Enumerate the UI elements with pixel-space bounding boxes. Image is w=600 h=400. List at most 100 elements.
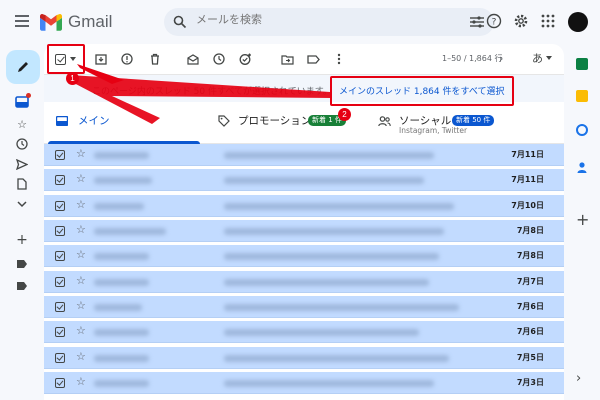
snooze-clock-icon[interactable] [212,52,226,66]
subject-blurred [224,177,424,184]
search-bar[interactable] [164,8,494,36]
annotation-marker-1: 1 [66,72,79,85]
row-checkbox[interactable] [55,353,65,363]
input-tools-button[interactable]: あ [532,50,552,66]
snoozed-clock-icon[interactable] [15,137,29,151]
row-checkbox[interactable] [55,150,65,160]
row-date: 7月6日 [516,302,544,311]
svg-text:?: ? [492,18,497,28]
more-options-icon[interactable] [332,52,346,66]
starred-icon[interactable]: ☆ [15,117,29,131]
star-icon[interactable]: ☆ [76,223,86,236]
row-checkbox[interactable] [55,175,65,185]
label-tag-icon[interactable] [15,257,29,271]
sender-blurred [94,380,149,387]
row-checkbox[interactable] [55,277,65,287]
mark-as-read-icon[interactable] [186,52,200,66]
account-avatar[interactable] [568,12,588,32]
gmail-logo[interactable]: Gmail [40,12,112,32]
move-to-folder-icon[interactable] [280,52,294,66]
help-icon[interactable]: ? [485,12,503,30]
tasks-icon[interactable] [576,124,588,136]
table-row[interactable]: ☆ 7月11日 [44,144,564,166]
star-icon[interactable]: ☆ [76,274,86,287]
report-spam-icon[interactable] [120,52,134,66]
get-addons-plus-icon[interactable]: + [576,212,589,228]
subject-blurred [224,253,439,260]
annotation-highlight-select-all [47,44,85,74]
star-icon[interactable]: ☆ [76,172,86,185]
sender-blurred [94,355,149,362]
row-date: 7月7日 [516,277,544,286]
star-icon[interactable]: ☆ [76,198,86,211]
star-icon[interactable]: ☆ [76,248,86,261]
search-input[interactable] [196,13,416,26]
table-row[interactable]: ☆ 7月11日 [44,169,564,191]
main-menu-icon[interactable] [13,13,31,31]
sender-blurred [94,304,142,311]
star-icon[interactable]: ☆ [76,324,86,337]
selection-status-text: このページ内のスレッド 50 件すべてが選択されています。 [92,87,332,97]
subject-blurred [224,380,434,387]
subject-blurred [224,355,449,362]
search-options-icon[interactable] [470,16,484,28]
label-icon[interactable] [306,52,320,66]
search-icon[interactable] [173,15,187,29]
star-icon[interactable]: ☆ [76,375,86,388]
delete-trash-icon[interactable] [148,52,162,66]
social-new-badge: 新着 50 件 [452,115,495,126]
social-senders-snippet: Instagram, Twitter [399,126,468,135]
add-label-icon[interactable]: + [15,232,29,248]
compose-button[interactable] [6,50,40,84]
row-checkbox[interactable] [55,201,65,211]
inbox-icon[interactable] [15,93,31,109]
keep-icon[interactable] [576,90,588,102]
row-date: 7月11日 [511,175,544,184]
input-tools-caret-icon[interactable] [546,56,552,60]
row-checkbox[interactable] [55,378,65,388]
expand-more-icon[interactable] [15,197,29,211]
table-row[interactable]: ☆ 7月3日 [44,372,564,394]
sender-blurred [94,329,149,336]
drafts-icon[interactable] [15,177,29,191]
subject-blurred [224,228,444,235]
next-page-chevron-icon[interactable]: › [499,52,503,65]
calendar-icon[interactable] [576,58,588,70]
tab-promotions-label: プロモーション [238,115,312,127]
previous-page-chevron-icon[interactable]: ‹ [475,52,479,65]
star-icon[interactable]: ☆ [76,147,86,160]
category-tabs: メイン プロモーション 新着 1 件 ソーシャル 新着 50 件 Instagr… [44,102,564,144]
row-checkbox[interactable] [55,302,65,312]
row-date: 7月5日 [516,353,544,362]
star-icon[interactable]: ☆ [76,299,86,312]
pencil-icon [18,62,28,72]
tab-social[interactable]: ソーシャル 新着 50 件 Instagram, Twitter [374,102,564,144]
row-checkbox[interactable] [55,226,65,236]
table-row[interactable]: ☆ 7月10日 [44,195,564,217]
sent-icon[interactable] [15,157,29,171]
input-tools-label: あ [532,52,543,65]
table-row[interactable]: ☆ 7月6日 [44,296,564,318]
row-checkbox[interactable] [55,327,65,337]
mail-toolbar: 1–50 / 1,864 行 ‹ › あ [44,44,564,74]
table-row[interactable]: ☆ 7月8日 [44,245,564,267]
inbox-icon [56,116,68,126]
label-tag-icon[interactable] [15,279,29,293]
table-row[interactable]: ☆ 7月6日 [44,321,564,343]
top-bar: Gmail ? [0,0,600,44]
apps-grid-icon[interactable] [539,12,557,30]
table-row[interactable]: ☆ 7月7日 [44,271,564,293]
subject-blurred [224,304,459,311]
table-row[interactable]: ☆ 7月5日 [44,347,564,369]
archive-icon[interactable] [94,52,108,66]
annotation-marker-2: 2 [338,108,351,121]
tab-primary[interactable]: メイン [44,102,200,144]
contacts-icon[interactable] [576,158,588,173]
add-to-tasks-icon[interactable] [238,52,252,66]
show-side-panel-chevron-icon[interactable]: › [576,372,588,385]
star-icon[interactable]: ☆ [76,350,86,363]
sender-blurred [94,203,144,210]
settings-gear-icon[interactable] [512,12,530,30]
table-row[interactable]: ☆ 7月8日 [44,220,564,242]
row-checkbox[interactable] [55,251,65,261]
